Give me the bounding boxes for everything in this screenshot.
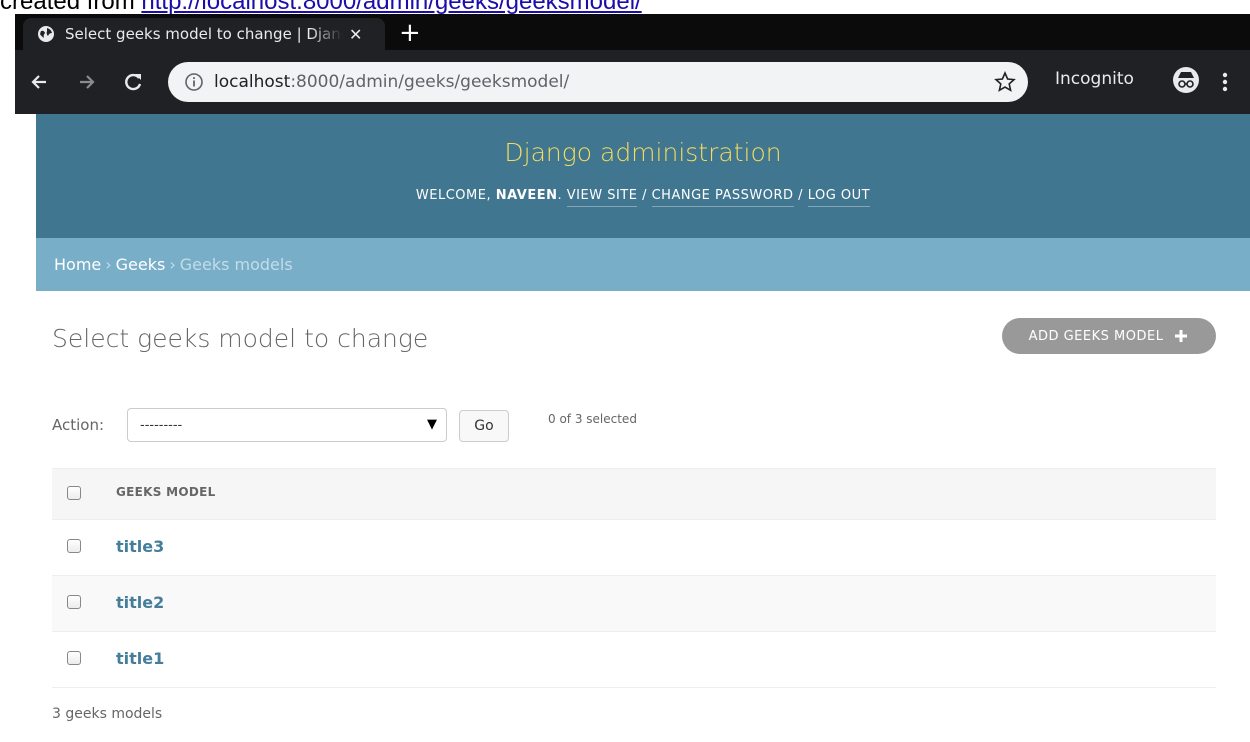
caption-link[interactable]: http://localhost:8000/admin/geeks/geeksm… [141,0,641,14]
go-button[interactable]: Go [459,410,509,442]
welcome-period: . [557,188,563,203]
username: NAVEEN [495,188,558,203]
action-label: Action: [52,416,105,434]
incognito-icon [1173,67,1199,93]
add-button-label: ADD GEEKS MODEL [1028,328,1164,344]
breadcrumb-app[interactable]: Geeks [116,255,166,274]
admin-page: Django administration WELCOME, NAVEEN. V… [36,114,1250,742]
log-out-link[interactable]: LOG OUT [807,188,871,207]
breadcrumb-separator: › [169,255,176,274]
reload-button[interactable] [119,68,147,96]
breadcrumb-separator: › [105,255,112,274]
row-link[interactable]: title3 [116,537,164,556]
caption-strip: created from http://localhost:8000/admin… [0,0,1250,14]
column-header-geeks-model[interactable]: GEEKS MODEL [116,485,216,499]
reload-icon [125,73,142,91]
breadcrumb: Home › Geeks › Geeks models [36,238,1250,291]
action-select[interactable]: --------- ▼ [127,408,447,442]
star-icon[interactable] [994,71,1016,93]
row-link[interactable]: title1 [116,649,164,668]
breadcrumb-home[interactable]: Home [54,255,101,274]
table-row: title2 [52,576,1216,632]
user-tools-separator: / [637,188,652,203]
action-select-value: --------- [140,417,183,433]
row-link[interactable]: title2 [116,593,164,612]
view-site-link[interactable]: VIEW SITE [566,188,638,207]
caption-prefix: created from [0,0,142,14]
breadcrumb-current: Geeks models [179,255,293,274]
caption-text: created from http://localhost:8000/admin… [0,0,642,14]
url-path: :8000/admin/geeks/geeksmodel/ [290,72,570,92]
table-row: title3 [52,520,1216,576]
address-bar[interactable]: localhost:8000/admin/geeks/geeksmodel/ [168,62,1028,102]
back-button[interactable] [25,68,53,96]
arrow-left-icon [31,75,46,89]
table-row: title1 [52,632,1216,688]
info-icon[interactable] [184,72,204,92]
results-table: GEEKS MODEL title3 title2 title1 [52,468,1216,688]
row-checkbox[interactable] [67,539,81,553]
welcome-text: WELCOME, [415,188,496,203]
change-password-link[interactable]: CHANGE PASSWORD [651,188,794,207]
incognito-label: Incognito [1055,69,1134,89]
select-all-checkbox[interactable] [67,486,81,500]
browser-toolbar: localhost:8000/admin/geeks/geeksmodel/ I… [15,50,1250,114]
table-header: GEEKS MODEL [52,468,1216,520]
plus-icon [1173,328,1190,344]
add-geeks-model-button[interactable]: ADD GEEKS MODEL [1002,318,1216,354]
globe-icon [38,26,54,42]
browser-chrome: Select geeks model to change | Django si… [15,14,1250,114]
forward-button[interactable] [73,68,101,96]
page-title: Select geeks model to change [52,324,429,353]
row-checkbox[interactable] [67,595,81,609]
admin-header: Django administration WELCOME, NAVEEN. V… [36,114,1250,238]
tab-strip: Select geeks model to change | Django si… [15,14,1250,50]
arrow-right-icon [80,75,95,89]
site-branding[interactable]: Django administration [36,138,1250,167]
triangle-down-icon: ▼ [427,417,437,432]
paginator: 3 geeks models [52,706,163,722]
user-tools: WELCOME, NAVEEN. VIEW SITE / CHANGE PASS… [36,188,1250,207]
browser-tab[interactable]: Select geeks model to change | Django si… [23,18,385,50]
user-tools-separator: / [793,188,808,203]
url-host: localhost [214,72,291,92]
url-text[interactable]: localhost:8000/admin/geeks/geeksmodel/ [214,72,569,92]
tab-title: Select geeks model to change | Django si… [65,25,343,43]
plus-icon[interactable]: + [399,19,421,47]
actions-bar: Action: --------- ▼ Go 0 of 3 selected [52,408,1216,442]
row-checkbox[interactable] [67,651,81,665]
close-icon[interactable]: ✕ [349,25,362,44]
kebab-menu-icon[interactable] [1219,68,1231,96]
selection-counter: 0 of 3 selected [548,412,637,426]
